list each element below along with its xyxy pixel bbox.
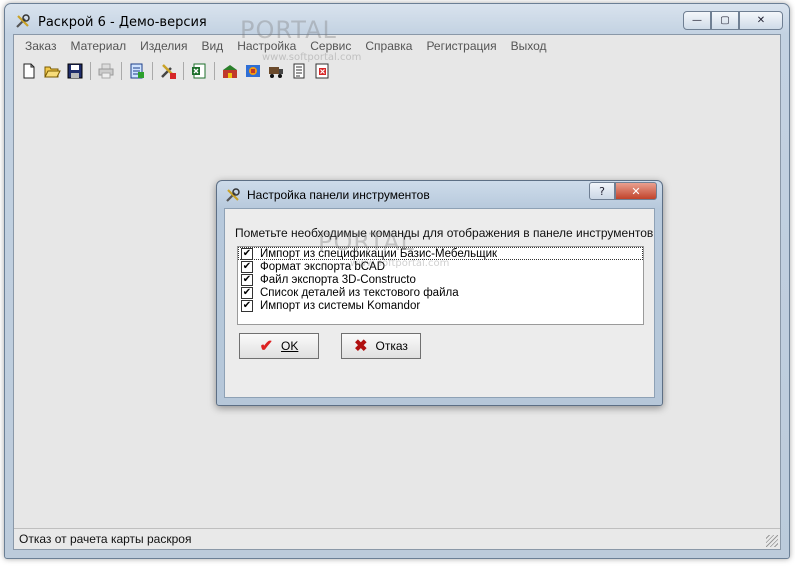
toolbar-separator	[152, 62, 153, 80]
resize-grip[interactable]	[766, 535, 778, 547]
list-item[interactable]: ✔ Формат экспорта bCAD	[238, 260, 643, 273]
komandor-import-icon[interactable]	[313, 62, 331, 80]
minimize-button[interactable]: —	[683, 11, 711, 30]
settings-tools-icon[interactable]	[159, 62, 177, 80]
menu-material[interactable]: Материал	[63, 39, 133, 53]
status-text: Отказ от рачета карты раскроя	[19, 532, 192, 546]
import-spec-icon[interactable]	[128, 62, 146, 80]
ok-label: OK	[281, 339, 299, 353]
menu-registration[interactable]: Регистрация	[419, 39, 503, 53]
menu-settings[interactable]: Настройка	[230, 39, 303, 53]
close-button[interactable]: ✕	[739, 11, 783, 30]
menu-view[interactable]: Вид	[194, 39, 230, 53]
menu-order[interactable]: Заказ	[18, 39, 63, 53]
dialog-prompt: Пометьте необходимые команды для отображ…	[235, 226, 654, 240]
list-item[interactable]: ✔ Список деталей из текстового файла	[238, 286, 643, 299]
warehouse-icon[interactable]	[221, 62, 239, 80]
truck-icon[interactable]	[267, 62, 285, 80]
toolbar-settings-dialog: Настройка панели инструментов ? ✕ Пометь…	[216, 180, 663, 406]
menu-help[interactable]: Справка	[358, 39, 419, 53]
maximize-button[interactable]: ▢	[711, 11, 739, 30]
new-file-icon[interactable]	[20, 62, 38, 80]
list-item-label: Импорт из спецификации Базис-Мебельщик	[260, 247, 498, 260]
cancel-label: Отказ	[375, 339, 408, 353]
list-item-label: Файл экспорта 3D-Constructo	[260, 273, 416, 286]
help-button[interactable]: ?	[589, 182, 615, 200]
toolbar	[14, 58, 780, 84]
status-bar: Отказ от рачета карты раскроя	[14, 528, 780, 549]
cancel-button[interactable]: ✖ Отказ	[341, 333, 421, 359]
menu-service[interactable]: Сервис	[303, 39, 358, 53]
toolbar-separator	[183, 62, 184, 80]
export-3d-icon[interactable]	[244, 62, 262, 80]
menu-products[interactable]: Изделия	[133, 39, 194, 53]
checkbox[interactable]: ✔	[241, 273, 253, 286]
checkbox[interactable]: ✔	[241, 247, 253, 260]
checkbox[interactable]: ✔	[241, 260, 253, 273]
list-item[interactable]: ✔ Импорт из системы Komandor	[238, 299, 643, 312]
title-bar[interactable]: Раскрой 6 - Демо-версия — ▢ ✕	[5, 4, 789, 34]
ok-button[interactable]: ✔ OK	[239, 333, 319, 359]
list-item-label: Формат экспорта bCAD	[260, 260, 385, 273]
window-title: Раскрой 6 - Демо-версия	[38, 15, 207, 30]
toolbar-separator	[121, 62, 122, 80]
commands-checklist[interactable]: ✔ Импорт из спецификации Базис-Мебельщик…	[237, 246, 644, 325]
open-folder-icon[interactable]	[43, 62, 61, 80]
toolbar-separator	[90, 62, 91, 80]
print-icon[interactable]	[97, 62, 115, 80]
dialog-body: Пометьте необходимые команды для отображ…	[224, 208, 655, 398]
checkbox[interactable]: ✔	[241, 299, 253, 312]
dialog-close-button[interactable]: ✕	[615, 182, 657, 200]
text-list-icon[interactable]	[290, 62, 308, 80]
dialog-title: Настройка панели инструментов	[247, 188, 430, 202]
list-item[interactable]: ✔ Импорт из спецификации Базис-Мебельщик	[238, 247, 643, 260]
list-item-label: Импорт из системы Komandor	[260, 299, 421, 312]
tools-dialog-icon	[226, 188, 240, 202]
list-item-label: Список деталей из текстового файла	[260, 286, 459, 299]
cross-icon: ✖	[354, 338, 368, 355]
menu-bar: Заказ Материал Изделия Вид Настройка Сер…	[14, 35, 780, 57]
tools-app-icon	[16, 14, 30, 28]
checkbox[interactable]: ✔	[241, 286, 253, 299]
toolbar-separator	[214, 62, 215, 80]
excel-export-icon[interactable]	[190, 62, 208, 80]
checkmark-icon: ✔	[259, 338, 274, 355]
save-icon[interactable]	[66, 62, 84, 80]
list-item[interactable]: ✔ Файл экспорта 3D-Constructo	[238, 273, 643, 286]
menu-exit[interactable]: Выход	[504, 39, 554, 53]
